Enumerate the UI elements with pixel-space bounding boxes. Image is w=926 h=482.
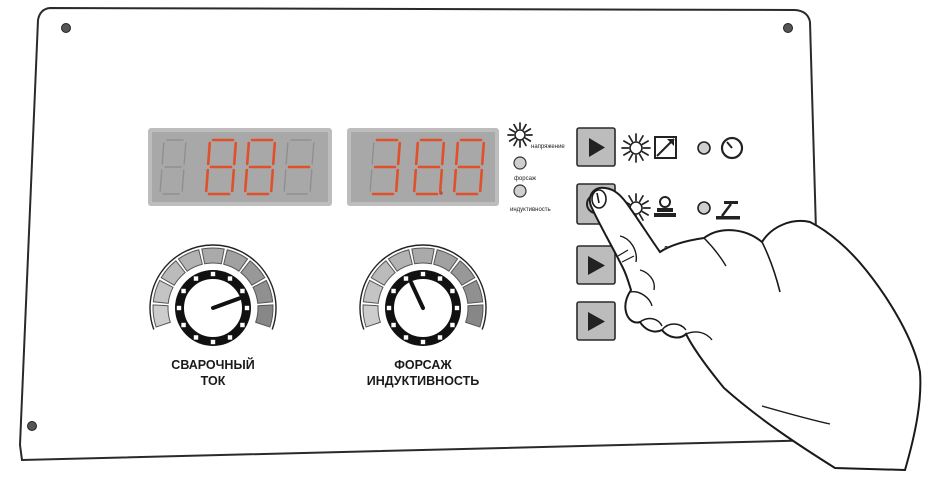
button-mode-3[interactable] <box>576 245 616 285</box>
welding-mode-icon <box>654 136 677 159</box>
screw-icon <box>61 23 71 33</box>
button-mode-4[interactable] <box>576 301 616 341</box>
screw-icon <box>27 421 37 431</box>
decimal-point <box>439 191 443 195</box>
inductance-label: индуктивность <box>510 207 551 213</box>
knob-label-line1: ФОРСАЖ <box>394 358 452 372</box>
forsage-label: форсаж <box>514 176 536 182</box>
mode-led <box>697 201 711 215</box>
inductance-led <box>513 184 527 198</box>
knob-label-line2: ТОК <box>201 374 226 388</box>
timer-icon <box>720 136 744 160</box>
knob-label-line1: СВАРОЧНЫЙ <box>171 357 254 372</box>
button-mode-1[interactable] <box>576 127 616 167</box>
welder-control-panel-diagram: напряжение форсаж индуктивность СВАРОЧНЫ… <box>18 6 922 472</box>
panel-body <box>18 6 824 462</box>
forsage-display <box>347 128 499 206</box>
knob-scale-segment <box>201 247 225 265</box>
screw-icon <box>783 23 793 33</box>
voltage-label: напряжение <box>531 144 565 150</box>
knob-scale-segment <box>411 247 435 265</box>
current-display <box>148 128 332 206</box>
mode-led <box>697 141 711 155</box>
knob-label-line2: ИНДУКТИВНОСТЬ <box>367 374 480 388</box>
forsage-led <box>513 156 527 170</box>
